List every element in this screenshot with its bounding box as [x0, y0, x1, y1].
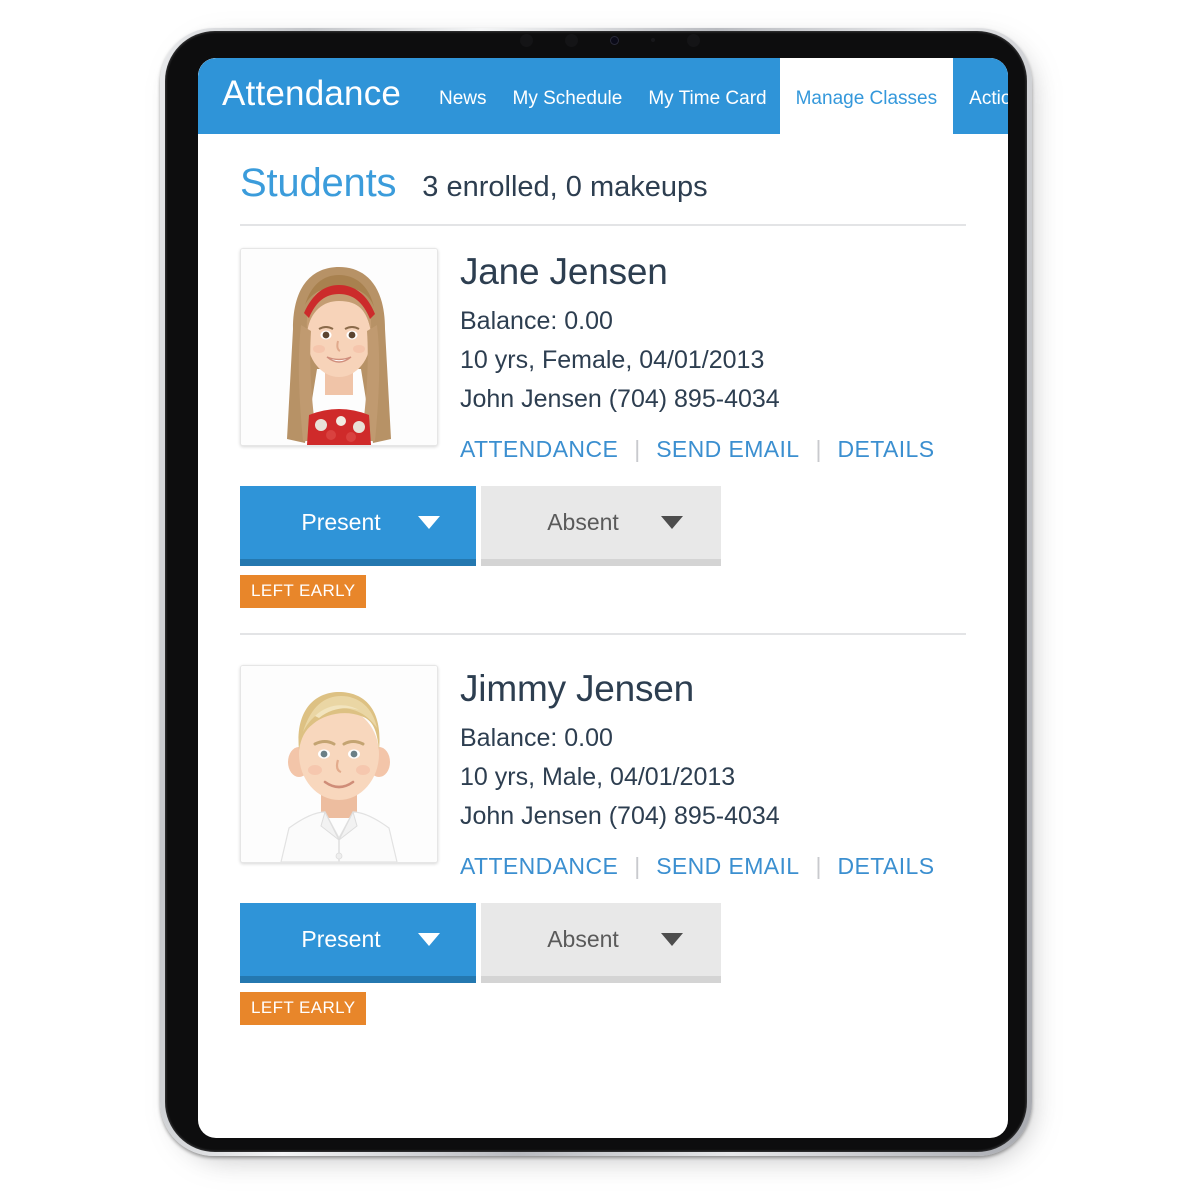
absent-dropdown-button[interactable]: Absent — [481, 903, 721, 983]
enrollment-summary: 3 enrolled, 0 makeups — [422, 171, 708, 203]
link-divider: | — [815, 853, 822, 879]
student-name: Jane Jensen — [460, 251, 668, 292]
student-demographics: 10 yrs, Male, 04/01/2013 — [460, 763, 736, 791]
actions-menu-button[interactable]: Actions — [953, 58, 1008, 134]
nav-item-my-schedule[interactable]: My Schedule — [500, 58, 636, 134]
link-divider: | — [815, 436, 822, 462]
tablet-device: Attendance News My Schedule My Time Card… — [0, 0, 1200, 1200]
student-balance: Balance: 0.00 — [460, 724, 613, 752]
proximity-sensor-icon — [565, 33, 578, 47]
link-divider: | — [634, 436, 641, 462]
attendance-controls: Present Absent — [240, 486, 966, 566]
details-link[interactable]: DETAILS — [838, 436, 935, 463]
page-header: Students 3 enrolled, 0 makeups — [240, 134, 966, 226]
present-button-label: Present — [301, 509, 381, 535]
status-badge: LEFT EARLY — [240, 575, 367, 608]
page-title: Students — [240, 161, 397, 205]
attendance-link[interactable]: ATTENDANCE — [460, 436, 618, 463]
tablet-screen: Attendance News My Schedule My Time Card… — [198, 58, 1008, 1138]
avatar — [240, 665, 438, 863]
caret-down-icon — [661, 933, 683, 946]
absent-button-label: Absent — [547, 926, 619, 952]
app-header: Attendance News My Schedule My Time Card… — [198, 58, 1008, 134]
present-dropdown-button[interactable]: Present — [240, 903, 476, 983]
microphone-dot-icon — [687, 33, 700, 47]
present-button-label: Present — [301, 926, 381, 952]
student-action-links: ATTENDANCE | SEND EMAIL | DETAILS — [460, 853, 966, 880]
student-action-links: ATTENDANCE | SEND EMAIL | DETAILS — [460, 436, 966, 463]
page-content: Students 3 enrolled, 0 makeups Jane Jens… — [198, 134, 1008, 1025]
app-title: Attendance — [222, 74, 402, 113]
student-balance: Balance: 0.00 — [460, 307, 613, 335]
speaker-dot-icon — [520, 33, 533, 47]
present-dropdown-button[interactable]: Present — [240, 486, 476, 566]
ambient-light-sensor-icon — [651, 38, 655, 42]
student-name: Jimmy Jensen — [460, 668, 695, 709]
student-demographics: 10 yrs, Female, 04/01/2013 — [460, 346, 765, 374]
link-divider: | — [634, 853, 641, 879]
student-details: Jane Jensen Balance: 0.00 10 yrs, Female… — [460, 248, 966, 463]
absent-dropdown-button[interactable]: Absent — [481, 486, 721, 566]
caret-down-icon — [661, 516, 683, 529]
student-card: Jane Jensen Balance: 0.00 10 yrs, Female… — [240, 226, 966, 608]
front-sensor-array — [520, 32, 700, 48]
status-badge: LEFT EARLY — [240, 992, 367, 1025]
attendance-controls: Present Absent — [240, 903, 966, 983]
student-summary: Jimmy Jensen Balance: 0.00 10 yrs, Male,… — [240, 665, 966, 880]
send-email-link[interactable]: SEND EMAIL — [656, 853, 799, 880]
main-navigation: News My Schedule My Time Card Manage Cla… — [426, 58, 1008, 134]
nav-item-manage-classes[interactable]: Manage Classes — [779, 58, 954, 134]
send-email-link[interactable]: SEND EMAIL — [656, 436, 799, 463]
student-details: Jimmy Jensen Balance: 0.00 10 yrs, Male,… — [460, 665, 966, 880]
caret-down-icon — [418, 516, 440, 529]
details-link[interactable]: DETAILS — [838, 853, 935, 880]
avatar — [240, 248, 438, 446]
actions-menu-label: Actions — [969, 88, 1008, 109]
nav-item-my-time-card[interactable]: My Time Card — [635, 58, 779, 134]
student-guardian: John Jensen (704) 895-4034 — [460, 802, 780, 830]
student-guardian: John Jensen (704) 895-4034 — [460, 385, 780, 413]
student-card: Jimmy Jensen Balance: 0.00 10 yrs, Male,… — [240, 633, 966, 1025]
nav-item-news[interactable]: News — [426, 58, 500, 134]
attendance-link[interactable]: ATTENDANCE — [460, 853, 618, 880]
caret-down-icon — [418, 933, 440, 946]
student-summary: Jane Jensen Balance: 0.00 10 yrs, Female… — [240, 248, 966, 463]
absent-button-label: Absent — [547, 509, 619, 535]
front-camera-icon — [610, 35, 619, 45]
